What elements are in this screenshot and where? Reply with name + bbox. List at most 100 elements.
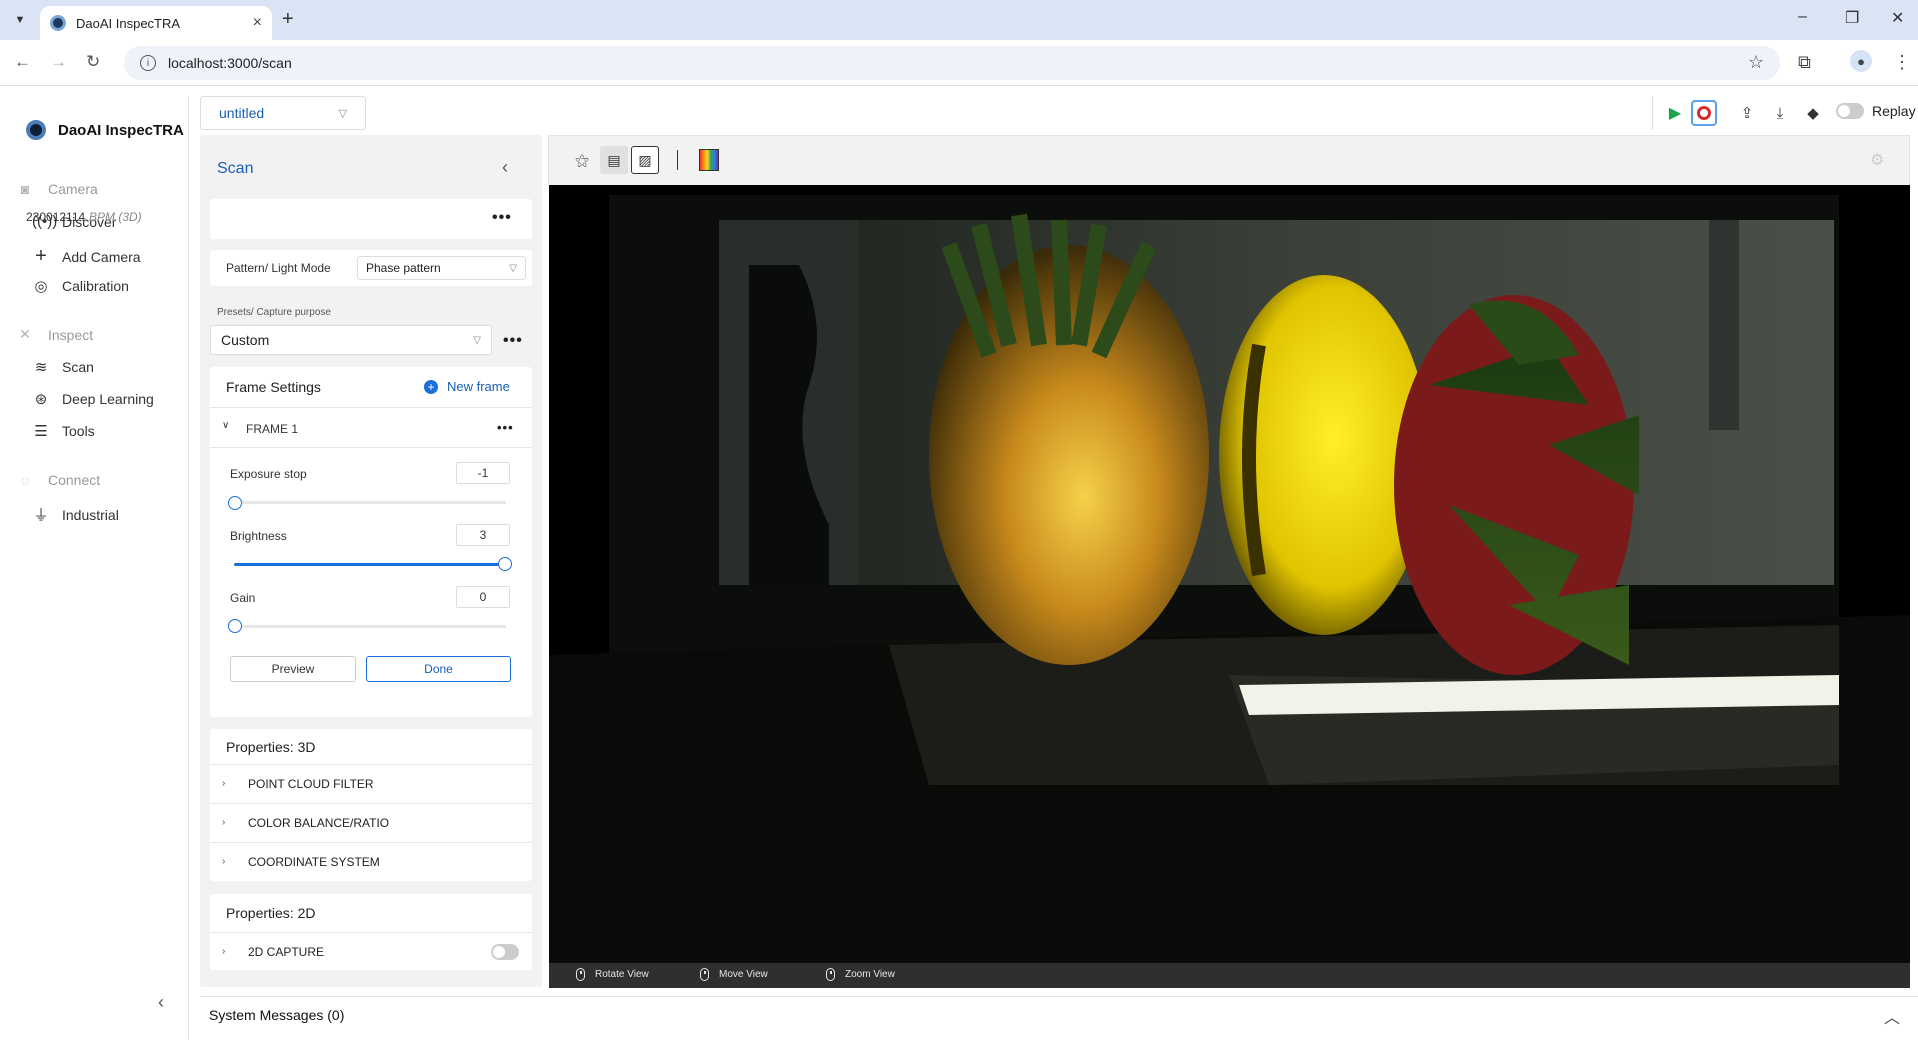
sidebar-item-label: Add Camera <box>62 248 141 265</box>
exposure-input[interactable]: -1 <box>456 462 510 484</box>
viewer-toolbar <box>548 135 1910 185</box>
exposure-label: Exposure stop <box>230 467 307 481</box>
chevron-left-icon[interactable]: ‹ <box>502 157 508 178</box>
back-icon[interactable]: ← <box>14 52 31 72</box>
sidebar-item-scan[interactable]: ≋ Scan <box>32 358 94 376</box>
sidebar-item-label: Scan <box>62 359 94 375</box>
panel-title: Scan <box>217 160 254 177</box>
upload-icon[interactable]: ⇪ <box>1734 100 1760 126</box>
close-window-icon[interactable]: ✕ <box>1891 8 1904 28</box>
camera-id: 230012114 <box>26 210 86 224</box>
replay-toggle[interactable] <box>1836 103 1864 119</box>
replay-label: Replay <box>1872 103 1916 119</box>
chevron-down-icon: ▽ <box>338 107 347 120</box>
chevron-up-icon[interactable]: ︿ <box>1884 1004 1900 1028</box>
exposure-slider-thumb[interactable] <box>228 496 242 510</box>
sidebar-item-tools[interactable]: ☰ Tools <box>32 422 95 440</box>
colormap-icon[interactable] <box>695 146 723 174</box>
nav-section-label: Connect <box>48 472 101 488</box>
system-messages-bar[interactable]: System Messages (0) <box>200 996 1918 1032</box>
presets-select[interactable]: Custom ▽ <box>210 325 492 355</box>
brightness-slider-track[interactable] <box>234 563 506 566</box>
address-bar: ← → ↻ i localhost:3000/scan ☆ ⧉ ● ⋮ <box>0 40 1918 86</box>
sidebar-item-label: Tools <box>62 423 95 439</box>
project-select[interactable]: untitled ▽ <box>200 96 366 130</box>
point-cloud-filter-row[interactable]: › POINT CLOUD FILTER <box>210 764 532 802</box>
chevron-down-icon[interactable]: ∨ <box>222 420 229 431</box>
site-info-icon[interactable]: i <box>140 55 156 71</box>
pattern-value: Phase pattern <box>366 261 441 275</box>
sidebar-item-deep-learning[interactable]: ⊛ Deep Learning <box>32 390 154 408</box>
nav-section-connect: ◌ Connect <box>16 472 100 488</box>
capture-2d-row[interactable]: › 2D CAPTURE <box>210 932 532 970</box>
pattern-label: Pattern/ Light Mode <box>226 261 331 275</box>
viewer-canvas[interactable] <box>549 185 1910 963</box>
new-tab-icon[interactable]: + <box>282 8 294 31</box>
brightness-slider-thumb[interactable] <box>498 557 512 571</box>
hint-label: Rotate View <box>595 969 649 980</box>
target-icon: ◎ <box>34 278 48 295</box>
mouse-icon <box>826 968 835 981</box>
url-field[interactable]: i localhost:3000/scan <box>124 46 1780 80</box>
properties-3d-title: Properties: 3D <box>226 739 316 755</box>
gain-label: Gain <box>230 591 256 605</box>
gain-input[interactable]: 0 <box>456 586 510 608</box>
extensions-icon[interactable]: ⧉ <box>1798 52 1811 73</box>
preview-button[interactable]: Preview <box>230 656 356 682</box>
gain-slider-track[interactable] <box>234 625 506 628</box>
coordinate-system-row[interactable]: › COORDINATE SYSTEM <box>210 842 532 880</box>
pattern-select[interactable]: Phase pattern ▽ <box>357 256 526 280</box>
camera-more-icon[interactable]: ••• <box>492 209 512 227</box>
brightness-input[interactable]: 3 <box>456 524 510 546</box>
divider <box>210 407 532 408</box>
camera-card[interactable] <box>210 199 532 239</box>
viewer-toolbar-divider <box>677 150 678 170</box>
chevron-down-icon: ▽ <box>473 334 481 346</box>
forward-icon[interactable]: → <box>50 52 67 72</box>
record-button[interactable] <box>1691 100 1717 126</box>
settings-gear-icon[interactable]: ⚙ <box>1870 150 1884 170</box>
restore-icon[interactable]: ❐ <box>1845 8 1859 28</box>
tab-search-icon[interactable]: ▼ <box>8 8 32 32</box>
frame-more-icon[interactable]: ••• <box>497 420 514 435</box>
frame-settings-title: Frame Settings <box>226 379 321 395</box>
favicon-icon <box>50 15 66 31</box>
eraser-icon[interactable]: ◆ <box>1800 100 1826 126</box>
chevron-down-icon: ▽ <box>509 262 517 274</box>
browser-tab[interactable]: DaoAI InspecTRA × <box>40 6 272 40</box>
add-circle-icon: + <box>424 379 438 394</box>
minimize-icon[interactable]: – <box>1798 8 1807 26</box>
collapse-sidebar-icon[interactable]: ‹ <box>158 992 164 1013</box>
color-balance-row[interactable]: › COLOR BALANCE/RATIO <box>210 803 532 841</box>
profile-icon[interactable]: ● <box>1850 50 1872 72</box>
exposure-slider-track[interactable] <box>234 501 506 504</box>
row-label: COORDINATE SYSTEM <box>248 854 380 869</box>
mouse-icon <box>576 968 585 981</box>
capture-2d-toggle[interactable] <box>491 944 519 960</box>
gain-slider-thumb[interactable] <box>228 619 242 633</box>
sidebar-item-industrial[interactable]: ⏚ Industrial <box>32 504 118 525</box>
app-logo: DaoAI InspecTRA <box>26 120 184 140</box>
reload-icon[interactable]: ↻ <box>86 52 100 72</box>
image-view-icon[interactable]: ▨ <box>631 146 659 174</box>
tools-icon: ✕ <box>19 326 31 342</box>
sidebar-item-calibration[interactable]: ◎ Calibration <box>32 277 129 295</box>
browser-tab-bar: ▼ DaoAI InspecTRA × + – ❐ ✕ <box>0 0 1918 40</box>
record-icon <box>1697 106 1711 120</box>
depth-view-icon[interactable]: ▤ <box>600 146 628 174</box>
play-icon[interactable]: ▶ <box>1662 100 1688 126</box>
new-frame-button[interactable]: + New frame <box>424 379 510 394</box>
done-button[interactable]: Done <box>366 656 511 682</box>
bookmark-star-icon[interactable]: ☆ <box>1748 52 1764 73</box>
camera-model: BPM (3D) <box>89 210 142 224</box>
layers-icon: ≋ <box>34 359 48 376</box>
presets-more-icon[interactable]: ••• <box>503 332 523 350</box>
download-icon[interactable]: ⤓ <box>1767 100 1793 126</box>
browser-menu-icon[interactable]: ⋮ <box>1893 52 1911 73</box>
point-cloud-view-icon[interactable]: ⚝ <box>568 146 596 174</box>
tab-title: DaoAI InspecTRA <box>76 15 181 31</box>
sidebar-item-add-camera[interactable]: + Add Camera <box>32 245 141 268</box>
nav-section-label: Inspect <box>48 326 94 343</box>
sidebar-item-label: Calibration <box>62 278 129 294</box>
tab-close-icon[interactable]: × <box>253 14 262 32</box>
